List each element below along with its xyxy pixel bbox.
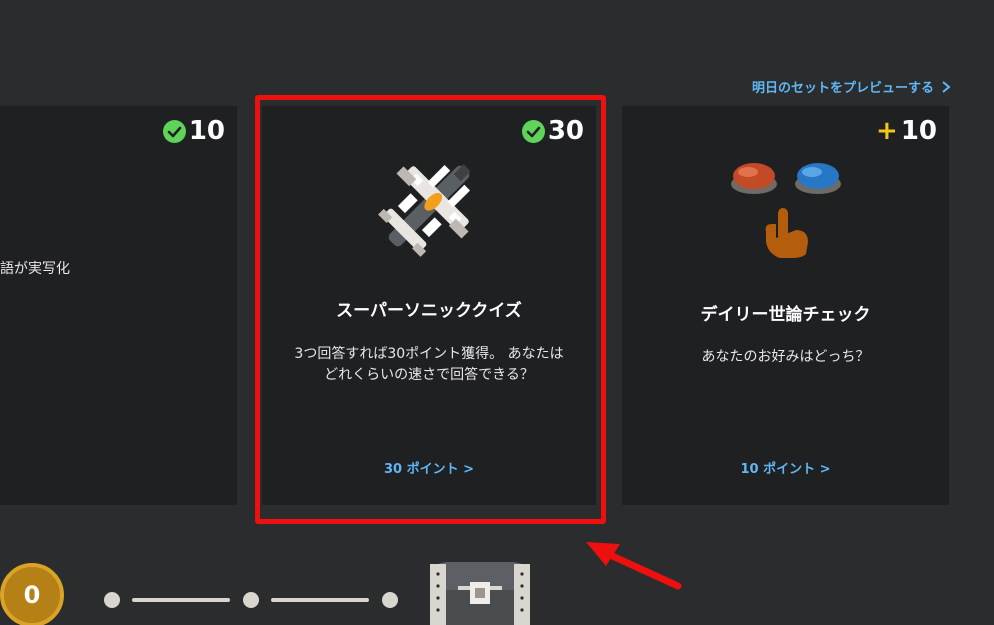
preview-tomorrow-link[interactable]: 明日のセットをプレビューする (752, 77, 951, 96)
highlight-frame (255, 95, 606, 524)
arrow-pointer-icon (586, 542, 682, 590)
two-buttons-pointer-icon (731, 163, 841, 258)
card-left-badge: 10 (162, 116, 225, 146)
progress-line (271, 598, 369, 602)
progress-dot (104, 592, 120, 608)
card-daily-poll[interactable]: + 10 デイリー世論チェック あなたのお好みはどっち？ 10 ポイント > (622, 106, 949, 505)
card-daily-poll-desc: あなたのお好みはどっち？ (701, 349, 870, 365)
preview-link-label: 明日のセットをプレビューする (752, 81, 935, 96)
progress-dot (382, 592, 398, 608)
badge-points: 10 (188, 116, 225, 146)
check-circle-icon (162, 119, 186, 143)
points-coin: 0 (0, 563, 64, 625)
progress-dot (243, 592, 259, 608)
plus-icon: + (876, 116, 898, 146)
card-daily-poll-points-link[interactable]: 10 ポイント > (622, 458, 949, 477)
treasure-chest-icon (430, 562, 530, 625)
card-left[interactable]: 10 語が実写化 (0, 106, 237, 505)
rewards-stage: 明日のセットをプレビューする 10 語が実写化 30 スーパーソニッククイズ 3… (0, 0, 994, 625)
card-daily-poll-title: デイリー世論チェック (700, 305, 871, 325)
progress-line (132, 598, 230, 602)
badge-points: 10 (900, 116, 937, 146)
card-left-text: 語が実写化 (0, 261, 70, 277)
coin-value: 0 (23, 581, 41, 609)
chevron-right-icon (941, 81, 951, 93)
card-daily-poll-badge: + 10 (876, 118, 937, 144)
